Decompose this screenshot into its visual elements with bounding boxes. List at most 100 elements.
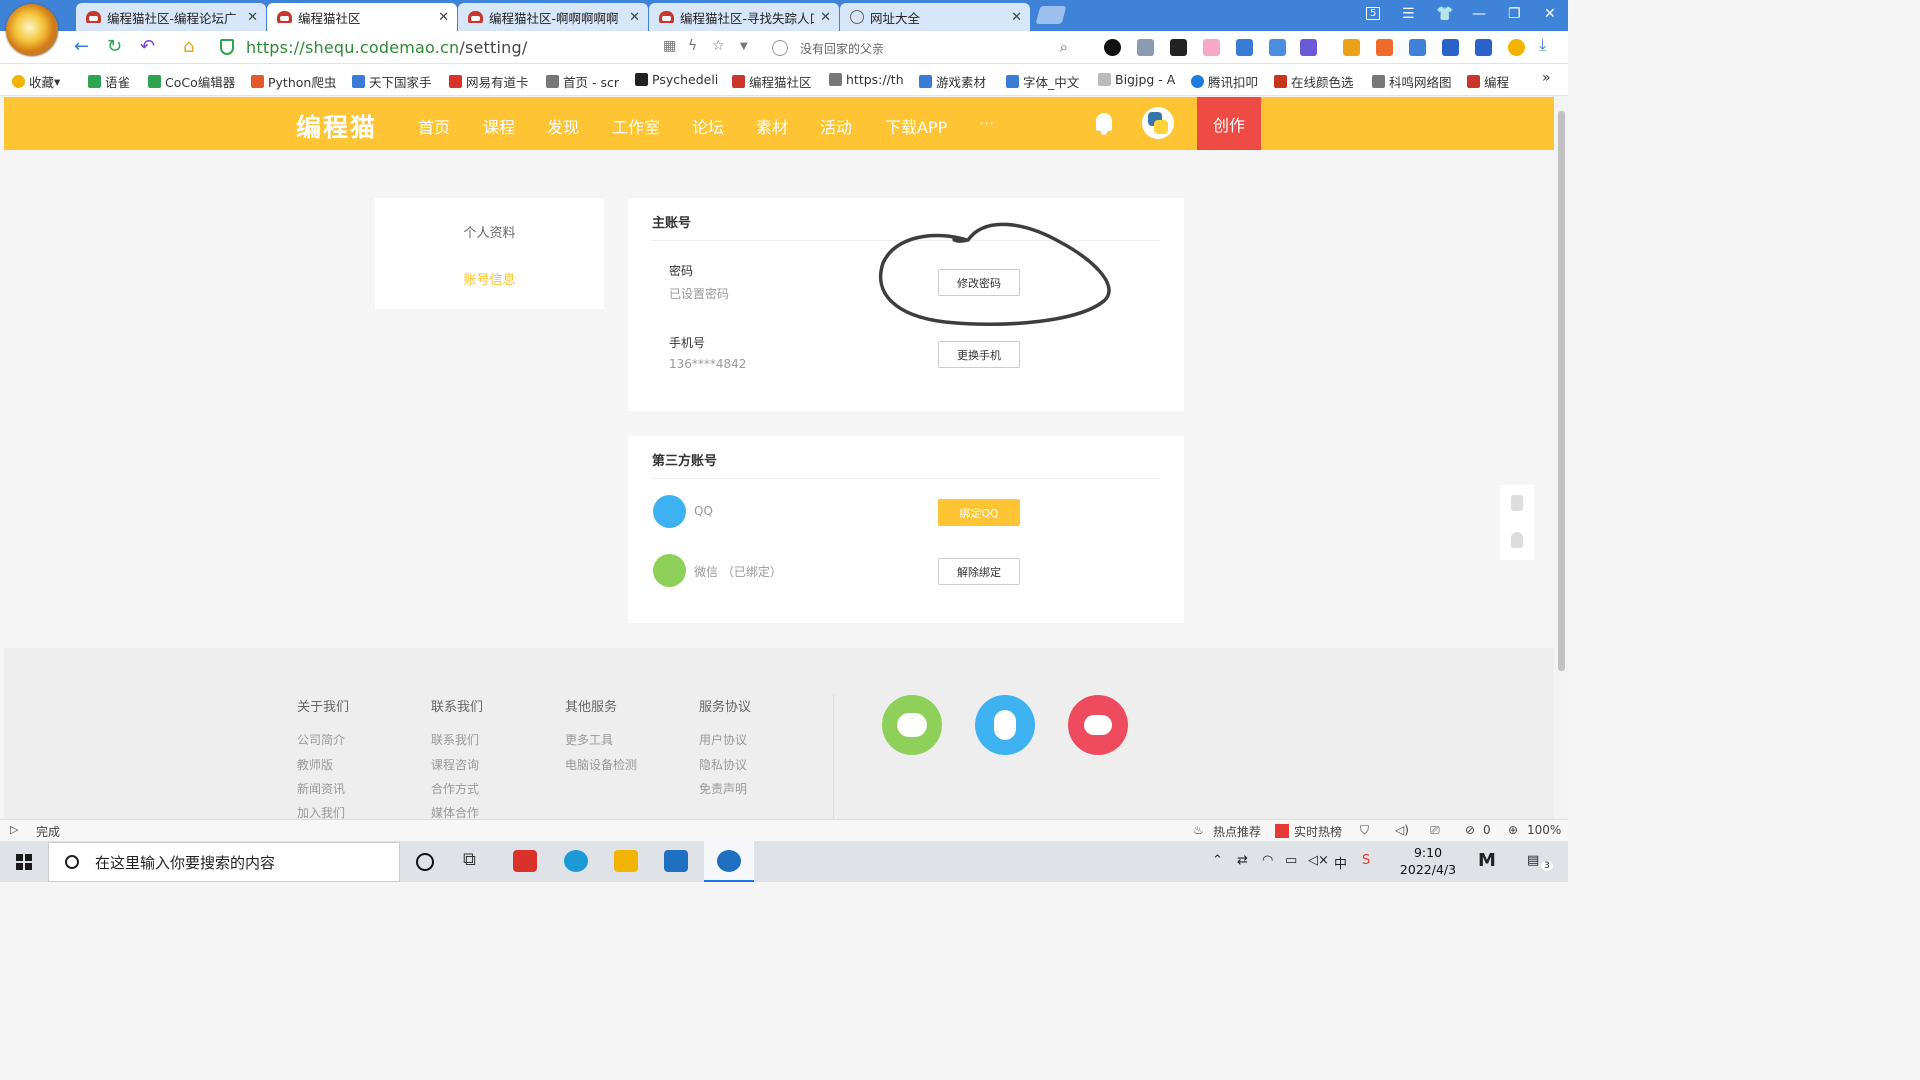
avatar[interactable] — [1142, 107, 1174, 139]
close-tab-icon[interactable]: ✕ — [629, 10, 640, 25]
home-icon[interactable]: ⌂ — [183, 36, 194, 57]
scrollbar-thumb[interactable] — [1558, 111, 1565, 671]
extension-cat-icon[interactable] — [1170, 39, 1187, 56]
footer-link[interactable]: 公司简介 — [297, 731, 345, 748]
restore-icon[interactable]: ❐ — [1508, 6, 1521, 22]
footer-link[interactable]: 教师版 — [297, 756, 333, 773]
task-view-icon[interactable]: ⧉ — [463, 849, 487, 871]
footer-link[interactable]: 新闻资讯 — [297, 780, 345, 797]
nav-studio[interactable]: 工作室 — [612, 114, 660, 138]
more-bookmarks-icon[interactable]: » — [1542, 70, 1551, 86]
bind-qq-button[interactable]: 绑定QQ — [938, 499, 1020, 526]
mail-icon[interactable] — [664, 850, 688, 872]
extension-image-icon[interactable] — [1137, 39, 1154, 56]
qr-code-icon[interactable]: ▦ — [663, 38, 676, 54]
footer-link[interactable]: 免责声明 — [699, 780, 747, 797]
close-tab-icon[interactable]: ✕ — [438, 10, 449, 25]
bookmark-item[interactable]: 编程 — [1467, 72, 1509, 91]
bookmark-item[interactable]: Bigjpg - A — [1098, 72, 1175, 87]
close-tab-icon[interactable]: ✕ — [247, 10, 258, 25]
footer-link[interactable]: 用户协议 — [699, 731, 747, 748]
extension-window-icon[interactable] — [1475, 39, 1492, 56]
extension-game-icon[interactable] — [1376, 39, 1393, 56]
refresh-icon[interactable]: ↻ — [107, 36, 122, 57]
tab-3[interactable]: 编程猫社区-啊啊啊啊啊 ✕ — [458, 3, 648, 31]
search-field[interactable]: 没有回家的父亲 ⌕ — [772, 36, 1082, 60]
extension-key-icon[interactable] — [1104, 39, 1121, 56]
tab-4[interactable]: 编程猫社区-寻找失踪人口 ✕ — [649, 3, 839, 31]
footer-link[interactable]: 课程咨询 — [431, 756, 479, 773]
zoom-level[interactable]: 100% — [1527, 823, 1561, 837]
close-tab-icon[interactable]: ✕ — [820, 10, 831, 25]
lightning-icon[interactable]: ϟ — [688, 38, 697, 54]
download-icon[interactable]: ⤓ — [1539, 35, 1556, 54]
change-phone-button[interactable]: 更换手机 — [938, 341, 1020, 368]
url-field[interactable]: https://shequ.codemao.cn/setting/ — [220, 35, 760, 59]
extension-key2-icon[interactable] — [1343, 39, 1360, 56]
footer-link[interactable]: 联系我们 — [431, 731, 479, 748]
word-icon[interactable] — [1442, 39, 1459, 56]
nav-forum[interactable]: 论坛 — [692, 114, 724, 138]
notification-icon[interactable]: ▤ — [1527, 853, 1539, 868]
mobile-icon[interactable] — [1511, 495, 1523, 511]
zoom-icon[interactable]: ⊕ — [1508, 823, 1518, 837]
site-logo[interactable]: 编程猫 — [296, 108, 377, 144]
bookmark-item[interactable]: 在线颜色选 — [1274, 72, 1354, 91]
cortana-icon[interactable] — [416, 853, 434, 871]
shield-icon[interactable]: ⛉ — [1360, 823, 1369, 838]
qq-social-icon[interactable] — [975, 695, 1035, 755]
footer-link[interactable]: 合作方式 — [431, 780, 479, 797]
bookmark-item[interactable]: 腾讯扣叩 — [1191, 72, 1258, 91]
tray-network-toggle-icon[interactable]: ⇄ — [1237, 853, 1248, 868]
tray-chevron-up-icon[interactable]: ⌃ — [1212, 853, 1223, 868]
footer-link[interactable]: 更多工具 — [565, 731, 613, 748]
close-window-icon[interactable]: ✕ — [1544, 6, 1556, 22]
bookmark-item[interactable]: 编程猫社区 — [732, 72, 812, 91]
extension-puzzle-icon[interactable] — [1236, 39, 1253, 56]
nav-more[interactable]: ··· — [979, 114, 994, 133]
bookmark-item[interactable]: Psychedeli — [635, 72, 718, 87]
wechat-social-icon[interactable] — [882, 695, 942, 755]
undo-close-icon[interactable]: ↶ — [140, 36, 155, 57]
nav-materials[interactable]: 素材 — [756, 114, 788, 138]
close-tab-icon[interactable]: ✕ — [1011, 10, 1022, 25]
translate-icon[interactable] — [1409, 39, 1426, 56]
speaker-icon[interactable]: ◁) — [1395, 823, 1409, 837]
taskbar-active-app[interactable] — [704, 841, 754, 882]
tab-2-active[interactable]: 编程猫社区 ✕ — [267, 3, 457, 31]
sogou-icon[interactable]: S — [1362, 853, 1370, 868]
sidebar-item-account[interactable]: 账号信息 — [375, 269, 604, 288]
hot-news-icon[interactable]: ♨ — [1193, 823, 1204, 837]
qq-float-icon[interactable] — [1511, 532, 1523, 548]
footer-link[interactable]: 隐私协议 — [699, 756, 747, 773]
star-icon[interactable]: ☆ — [712, 38, 725, 54]
nav-courses[interactable]: 课程 — [483, 114, 515, 138]
mute-speaker-icon[interactable]: ◁× — [1308, 853, 1329, 868]
minimize-icon[interactable]: — — [1472, 6, 1486, 22]
bookmark-item[interactable]: CoCo编辑器 — [148, 72, 235, 91]
footer-link[interactable]: 电脑设备检测 — [565, 756, 637, 773]
bookmark-item[interactable]: Python爬虫 — [251, 72, 336, 91]
extension-login-icon[interactable] — [1269, 39, 1286, 56]
sidebar-item-profile[interactable]: 个人资料 — [375, 222, 604, 241]
nav-home[interactable]: 首页 — [418, 114, 450, 138]
scissors-icon[interactable] — [1300, 39, 1317, 56]
menu-icon[interactable]: ☰ — [1402, 6, 1415, 22]
sidebar-toggle-icon[interactable]: ▷ — [10, 823, 18, 836]
extension-smile-icon[interactable] — [1508, 39, 1525, 56]
weibo-social-icon[interactable] — [1068, 695, 1128, 755]
bookmark-item[interactable]: 语雀 — [88, 72, 130, 91]
bell-icon[interactable] — [1096, 113, 1112, 135]
page-scrollbar[interactable] — [1555, 97, 1568, 819]
system-clock[interactable]: 9:10 2022/4/3 — [1398, 844, 1458, 878]
taskbar-search-input[interactable]: 在这里输入你要搜索的内容 — [48, 842, 400, 882]
change-password-button[interactable]: 修改密码 — [938, 269, 1020, 296]
bookmark-item[interactable]: 科鸣网络图 — [1372, 72, 1452, 91]
create-button[interactable]: 创作 — [1197, 97, 1261, 150]
new-tab-button[interactable] — [1035, 6, 1067, 24]
tab-5[interactable]: 网址大全 ✕ — [840, 3, 1030, 31]
browser-logo-icon[interactable] — [6, 4, 58, 56]
wifi-icon[interactable]: ◠ — [1262, 853, 1273, 868]
ime-icon[interactable]: 中 — [1334, 853, 1347, 872]
windows-start-icon[interactable] — [16, 854, 32, 870]
